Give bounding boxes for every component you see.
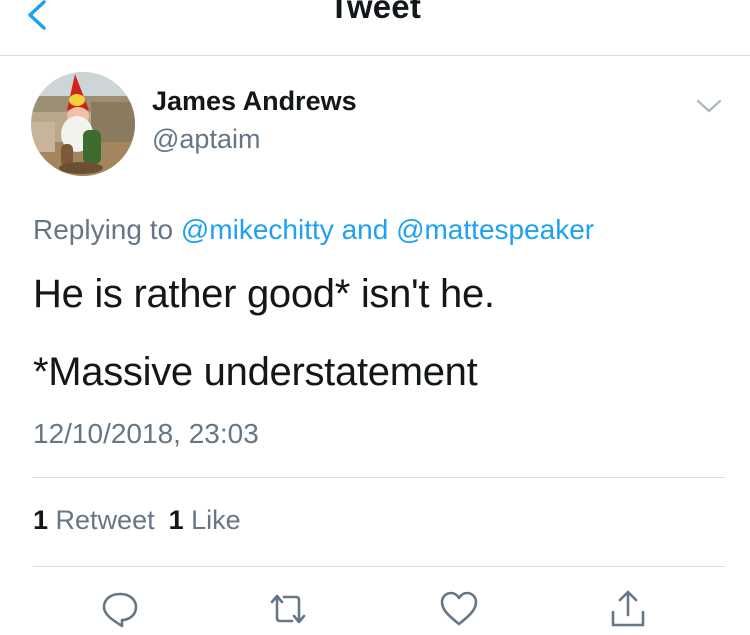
reply-conjunction[interactable]: and (342, 214, 389, 245)
share-icon (611, 590, 645, 627)
engagement-stats: 1 Retweet 1 Like (33, 505, 255, 536)
reply-icon (102, 592, 138, 628)
heart-icon (440, 591, 478, 626)
retweet-icon (270, 594, 306, 624)
mention-link-mikechitty[interactable]: @mikechitty (181, 214, 334, 245)
reply-prefix: Replying to (33, 214, 174, 245)
tweet-text-line-2: *Massive understatement (33, 350, 478, 394)
tweet-text-line-1: He is rather good* isn't he. (33, 272, 495, 316)
page-title: Tweet (328, 0, 422, 25)
divider (33, 566, 725, 567)
nav-bar: Tweet (0, 0, 750, 56)
like-count: 1 (168, 505, 184, 535)
like-label: Like (191, 505, 241, 535)
gnome-avatar (31, 72, 135, 176)
retweet-button[interactable] (266, 588, 310, 630)
chevron-down-icon (696, 99, 722, 113)
tweet-timestamp: 12/10/2018, 23:03 (33, 418, 259, 449)
retweet-label: Retweet (55, 505, 155, 535)
mention-link-mattespeaker[interactable]: @mattespeaker (396, 214, 594, 245)
author-display-name[interactable]: James Andrews (152, 86, 357, 117)
reply-button[interactable] (98, 588, 142, 630)
reply-context: Replying to @mikechitty and @mattespeake… (33, 214, 594, 246)
divider (33, 477, 725, 478)
retweets-stat[interactable]: 1 Retweet (33, 505, 155, 535)
likes-stat[interactable]: 1 Like (169, 505, 241, 535)
retweet-count: 1 (33, 505, 49, 535)
more-options-button[interactable] (694, 95, 724, 117)
author-handle[interactable]: @aptaim (152, 124, 260, 155)
avatar[interactable] (31, 72, 135, 176)
share-button[interactable] (606, 588, 650, 630)
like-button[interactable] (437, 588, 481, 630)
